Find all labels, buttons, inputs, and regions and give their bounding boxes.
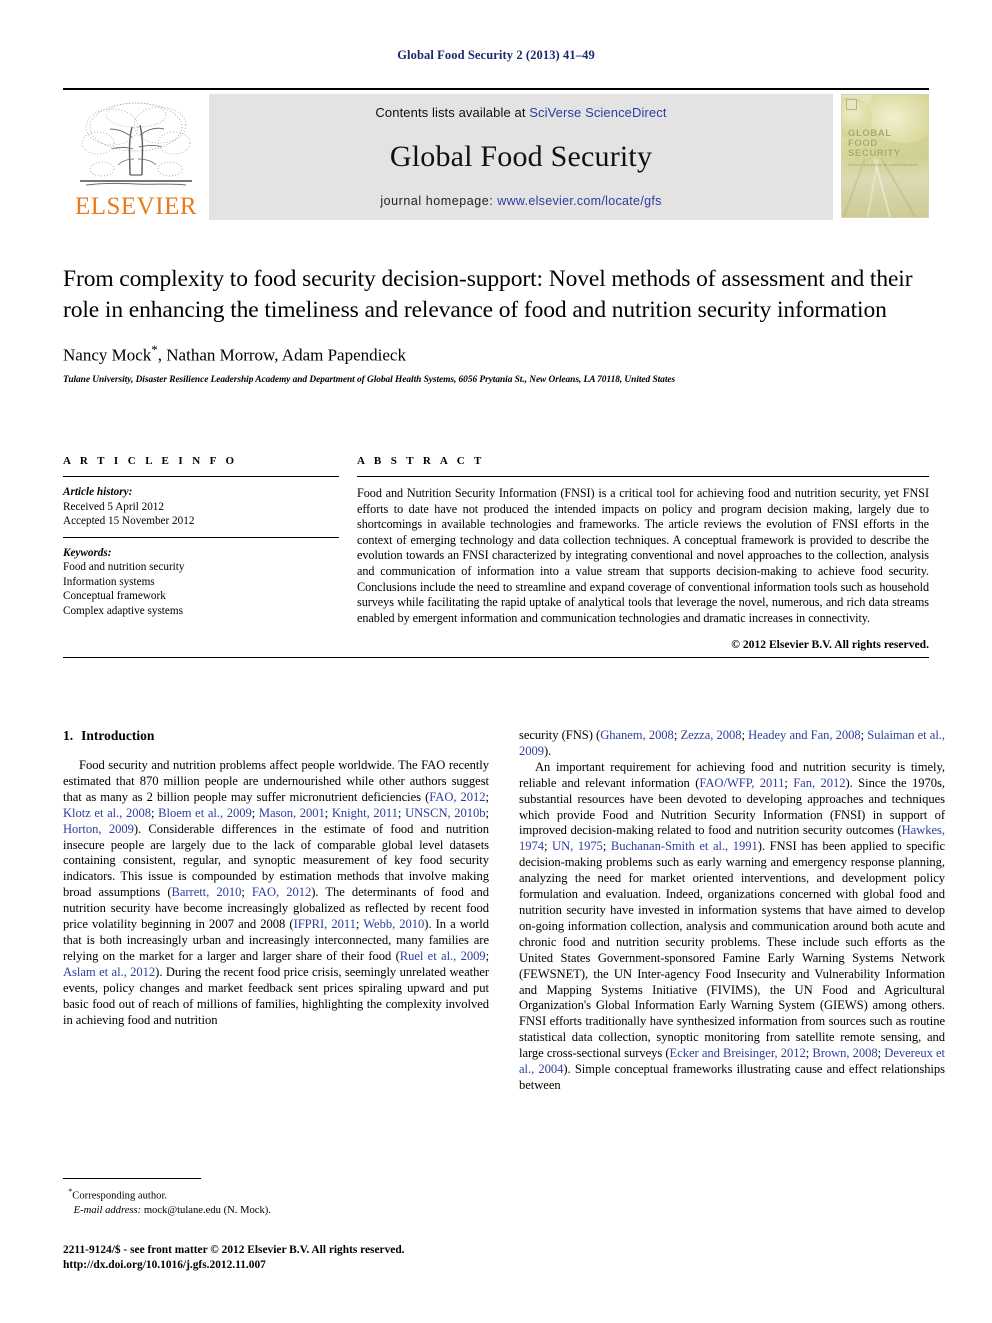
text-run: ; [241, 885, 252, 900]
section-title: Introduction [81, 728, 155, 743]
corresponding-author-label: Corresponding author. [72, 1190, 168, 1202]
sciencedirect-link[interactable]: SciVerse ScienceDirect [529, 105, 666, 120]
author-first: Nancy Mock [63, 345, 152, 365]
journal-homepage-line: journal homepage: www.elsevier.com/locat… [380, 194, 661, 208]
abstract-column: A B S T R A C T Food and Nutrition Secur… [357, 455, 929, 651]
citation-link[interactable]: Knight, 2011 [332, 806, 398, 820]
body-column-left: 1. Introduction Food security and nutriti… [63, 728, 489, 1094]
doi-line[interactable]: http://dx.doi.org/10.1016/j.gfs.2012.11.… [63, 1258, 563, 1273]
email-label: E-mail address: [73, 1204, 142, 1216]
author-rest: , Nathan Morrow, Adam Papendieck [157, 345, 406, 365]
text-run: ; [544, 839, 553, 854]
citation-link[interactable]: Horton, 2009 [63, 822, 134, 836]
issn-line: 2211-9124/$ - see front matter © 2012 El… [63, 1244, 405, 1256]
journal-cover-thumbnail: GLOBAL FOOD SECURITY Science and policy … [841, 94, 929, 218]
article-title: From complexity to food security decisio… [63, 266, 913, 323]
citation-link[interactable]: UNSCN, 2010b [405, 806, 486, 820]
contents-prefix: Contents lists available at [375, 105, 530, 120]
abstract-text: Food and Nutrition Security Information … [357, 486, 929, 625]
cover-corner-mark [846, 99, 857, 110]
paragraph: Food security and nutrition problems aff… [63, 758, 489, 1028]
citation-link[interactable]: FAO, 2012 [252, 885, 311, 899]
text-run: Food security and nutrition problems aff… [63, 758, 489, 804]
title-block: From complexity to food security decisio… [63, 264, 929, 385]
footnote-rule [63, 1178, 201, 1179]
paragraph: An important requirement for achieving f… [519, 760, 945, 1094]
text-run: ; [397, 805, 406, 820]
citation-link[interactable]: Buchanan-Smith et al., 1991 [611, 839, 758, 853]
article-info-column: A R T I C L E I N F O Article history: R… [63, 455, 339, 651]
cover-title-line-3: SECURITY [848, 148, 901, 159]
cover-title-text: GLOBAL FOOD SECURITY [848, 129, 901, 159]
elsevier-logo: ELSEVIER [63, 94, 209, 220]
text-run: ; [602, 839, 611, 854]
elsevier-wordmark: ELSEVIER [74, 193, 198, 220]
citation-link[interactable]: Ecker and Breisinger, 2012 [670, 1046, 806, 1060]
homepage-prefix: journal homepage: [380, 194, 498, 208]
citation-link[interactable]: FAO, 2012 [429, 790, 485, 804]
citation-link[interactable]: Klotz et al., 2008 [63, 806, 151, 820]
text-run: ). Simple conceptual frameworks illustra… [519, 1062, 945, 1092]
citation-link[interactable]: Zezza, 2008 [680, 728, 741, 742]
abstract-heading: A B S T R A C T [357, 455, 485, 467]
article-history-group: Article history: Received 5 April 2012 A… [63, 477, 339, 537]
citation-link[interactable]: IFPRI, 2011 [294, 917, 356, 931]
footer-block: 2211-9124/$ - see front matter © 2012 El… [63, 1243, 563, 1273]
elsevier-tree-icon [80, 102, 192, 186]
keyword-item: Conceptual framework [63, 590, 166, 602]
citation-link[interactable]: Mason, 2001 [259, 806, 325, 820]
keyword-item: Information systems [63, 575, 155, 588]
journal-article-page: Global Food Security 2 (2013) 41–49 ELSE… [0, 0, 992, 1323]
band-bottom-rule [63, 657, 929, 659]
citation-link[interactable]: FAO/WFP, 2011 [699, 776, 784, 790]
journal-banner: Contents lists available at SciVerse Sci… [209, 94, 833, 220]
body-column-right: security (FNS) (Ghanem, 2008; Zezza, 200… [519, 728, 945, 1094]
author-list: Nancy Mock*, Nathan Morrow, Adam Papendi… [63, 342, 929, 366]
text-run: ; [784, 775, 794, 790]
section-number: 1. [63, 728, 74, 743]
affiliation: Tulane University, Disaster Resilience L… [63, 374, 676, 385]
body-columns: 1. Introduction Food security and nutriti… [63, 728, 945, 1094]
citation-link[interactable]: Fan, 2012 [793, 776, 845, 790]
abstract-copyright: © 2012 Elsevier B.V. All rights reserved… [731, 638, 929, 652]
keywords-group: Keywords: Food and nutrition security In… [63, 538, 339, 627]
info-abstract-band: A R T I C L E I N F O Article history: R… [63, 455, 929, 659]
text-run: security (FNS) ( [519, 728, 601, 742]
citation-link[interactable]: Ghanem, 2008 [600, 728, 674, 742]
citation-link[interactable]: Bloem et al., 2009 [158, 806, 252, 820]
citation-link[interactable]: Aslam et al., 2012 [63, 965, 155, 979]
paragraph: security (FNS) (Ghanem, 2008; Zezza, 200… [519, 728, 945, 760]
text-run: ). FNSI has been applied to specific dec… [519, 839, 945, 1061]
text-run: ; [324, 805, 332, 820]
accepted-date: Accepted 15 November 2012 [63, 515, 195, 527]
keywords-label: Keywords: [63, 546, 112, 559]
citation-link[interactable]: Headey and Fan, 2008 [748, 728, 861, 742]
keyword-item: Complex adaptive systems [63, 604, 183, 617]
cover-subtitle: Science and policy for a well-fed world [848, 163, 917, 167]
column-gap [339, 455, 357, 651]
body-column-gap [489, 728, 519, 1094]
journal-title: Global Food Security [389, 140, 653, 173]
footnote-block: *Corresponding author. E-mail address: m… [63, 1178, 489, 1218]
article-info-heading: A R T I C L E I N F O [63, 455, 238, 467]
running-head: Global Food Security 2 (2013) 41–49 [397, 48, 595, 62]
citation-link[interactable]: Barrett, 2010 [172, 885, 242, 899]
journal-homepage-link[interactable]: www.elsevier.com/locate/gfs [497, 194, 661, 208]
citation-link[interactable]: Brown, 2008 [812, 1046, 877, 1060]
email-value[interactable]: mock@tulane.edu (N. Mock). [141, 1205, 271, 1216]
text-run: ; [251, 805, 259, 820]
keyword-item: Food and nutrition security [63, 561, 185, 573]
journal-masthead: ELSEVIER Contents lists available at Sci… [63, 88, 929, 220]
citation-link[interactable]: Webb, 2010 [363, 917, 424, 931]
journal-cover-cell: GLOBAL FOOD SECURITY Science and policy … [833, 94, 929, 220]
corresponding-author-note: *Corresponding author. [63, 1185, 489, 1204]
email-note: E-mail address: mock@tulane.edu (N. Mock… [63, 1204, 489, 1218]
article-history-label: Article history: [63, 486, 133, 498]
received-date: Received 5 April 2012 [63, 500, 164, 513]
section-heading-introduction: 1. Introduction [63, 728, 489, 744]
citation-link[interactable]: Ruel et al., 2009 [400, 949, 486, 963]
text-run: ). [544, 743, 552, 758]
contents-available-line: Contents lists available at SciVerse Sci… [375, 105, 666, 120]
citation-link[interactable]: UN, 1975 [552, 839, 603, 853]
